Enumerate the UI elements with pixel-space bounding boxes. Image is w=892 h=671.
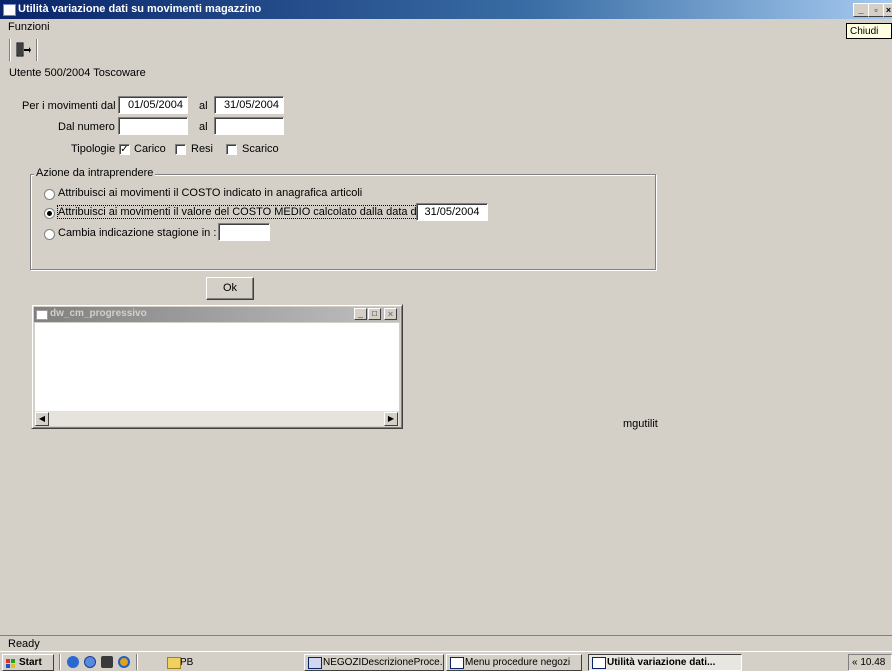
- menu-funzioni[interactable]: Funzioni: [8, 21, 50, 33]
- folder-icon: [167, 657, 181, 669]
- azione-group-title: Azione da intraprendere: [34, 167, 156, 179]
- ok-button[interactable]: Ok: [206, 277, 254, 300]
- quicklaunch-separator: [59, 654, 61, 670]
- close-tooltip: Chiudi: [846, 23, 892, 39]
- status-text: Ready: [8, 638, 40, 650]
- close-button[interactable]: ×: [883, 3, 892, 17]
- date-al-label: al: [199, 100, 208, 112]
- maximize-icon[interactable]: ▫: [868, 3, 884, 17]
- word-doc-icon: [308, 657, 322, 669]
- taskbar-item-menu-procedure-label: Menu procedure negozi: [465, 657, 571, 668]
- radio-costo-anagrafica-label: Attribuisci ai movimenti il COSTO indica…: [58, 187, 363, 199]
- child-maximize-icon[interactable]: □: [368, 308, 381, 320]
- checkbox-resi[interactable]: [175, 144, 186, 155]
- status-bar: Ready: [0, 635, 892, 652]
- user-info: Utente 500/2004 Toscoware: [9, 67, 146, 79]
- checkbox-scarico-label: Scarico: [242, 143, 279, 155]
- window-icon: [450, 657, 464, 669]
- stagione-field[interactable]: [218, 223, 270, 241]
- checkbox-carico-label: Carico: [134, 143, 166, 155]
- browser-icon[interactable]: [84, 656, 96, 668]
- start-button[interactable]: Start: [2, 654, 54, 671]
- taskbar-item-menu-procedure[interactable]: Menu procedure negozi: [446, 654, 582, 671]
- radio-cambia-stagione-label: Cambia indicazione stagione in :: [58, 227, 217, 239]
- child-window-title: dw_cm_progressivo: [50, 308, 147, 319]
- desktop-icon[interactable]: [101, 656, 113, 668]
- horizontal-scrollbar[interactable]: ◀ ▶: [35, 411, 399, 426]
- radio-costo-medio[interactable]: [44, 208, 55, 219]
- taskbar-folder-pb-label: PB: [180, 657, 194, 668]
- window-title-bar[interactable]: Utilità variazione dati su movimenti mag…: [0, 0, 892, 19]
- media-player-icon[interactable]: [118, 656, 130, 668]
- scroll-right-icon[interactable]: ▶: [384, 412, 398, 426]
- exit-door-icon[interactable]: [14, 41, 32, 59]
- scroll-left-icon[interactable]: ◀: [35, 412, 49, 426]
- quicklaunch-separator-2: [136, 654, 138, 670]
- app-window-icon: [3, 4, 16, 16]
- date-to-field[interactable]: 31/05/2004: [214, 96, 284, 114]
- windows-logo-icon: [6, 658, 16, 668]
- date-from-field[interactable]: 01/05/2004: [118, 96, 188, 114]
- child-window-title-bar[interactable]: dw_cm_progressivo _ □ ×: [34, 307, 400, 322]
- date-range-label: Per i movimenti dal: [22, 100, 116, 112]
- child-close-button[interactable]: ×: [384, 308, 397, 320]
- object-name-label: mgutilit: [623, 418, 658, 430]
- checkbox-scarico[interactable]: [226, 144, 237, 155]
- checkbox-carico[interactable]: ✓: [119, 144, 130, 155]
- number-to-field[interactable]: [214, 117, 284, 135]
- child-window-icon: [36, 310, 48, 320]
- radio-costo-medio-label: Attribuisci ai movimenti il valore del C…: [56, 205, 427, 219]
- costo-medio-date-field[interactable]: 31/05/2004: [416, 203, 488, 221]
- toolbar-separator: [36, 39, 38, 61]
- menu-bar: Funzioni: [0, 19, 892, 37]
- tipologie-label: Tipologie: [71, 143, 116, 155]
- checkbox-resi-label: Resi: [191, 143, 214, 155]
- minimize-button[interactable]: _: [853, 3, 869, 17]
- internet-explorer-icon[interactable]: [67, 656, 79, 668]
- system-tray-clock[interactable]: « 10.48: [848, 654, 892, 671]
- taskbar-item-word[interactable]: NEGOZIDescrizioneProce...: [304, 654, 444, 671]
- child-minimize-button[interactable]: _: [354, 308, 367, 320]
- number-range-label: Dal numero: [58, 121, 115, 133]
- start-label: Start: [19, 657, 42, 668]
- number-from-field[interactable]: [118, 117, 188, 135]
- window-icon-active: [592, 657, 606, 669]
- taskbar-item-utilita-label: Utilità variazione dati...: [607, 657, 716, 668]
- taskbar-folder-pb[interactable]: PB: [163, 654, 203, 671]
- taskbar-item-word-label: NEGOZIDescrizioneProce...: [323, 657, 444, 668]
- radio-cambia-stagione[interactable]: [44, 229, 55, 240]
- child-window-content[interactable]: [35, 323, 399, 411]
- taskbar-item-utilita[interactable]: Utilità variazione dati...: [588, 654, 742, 671]
- number-al-label: al: [199, 121, 208, 133]
- taskbar: Start PB NEGOZIDescrizioneProce... Menu …: [0, 651, 892, 671]
- radio-costo-anagrafica[interactable]: [44, 189, 55, 200]
- toolbar-grip: [9, 39, 11, 61]
- window-title: Utilità variazione dati su movimenti mag…: [18, 3, 262, 15]
